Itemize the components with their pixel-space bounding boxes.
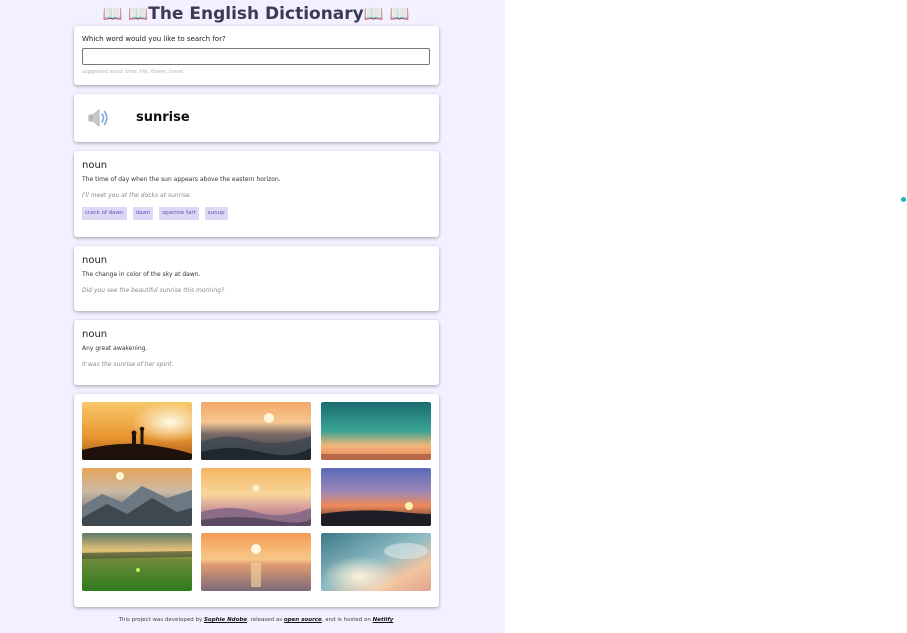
sunrise-photo[interactable] (201, 402, 311, 460)
synonym-tag[interactable]: sunup (204, 207, 228, 220)
open-book-icon: 📖 (389, 4, 410, 23)
synonym-tag[interactable]: crack of dawn (82, 207, 127, 220)
open-book-icon: 📖 (363, 4, 384, 23)
page-title-text: The English Dictionary (148, 4, 364, 24)
word-card: sunrise (74, 94, 439, 142)
source-link[interactable]: open source (284, 617, 322, 623)
synonym-tag[interactable]: sparrow fart (159, 207, 199, 220)
meaning-card: noun The change in color of the sky at d… (74, 246, 439, 311)
part-of-speech: noun (82, 160, 108, 171)
open-book-icon: 📖 (102, 4, 123, 23)
synonym-list: crack of dawn dawn sparrow fart sunup (82, 207, 431, 220)
sunrise-photo[interactable] (82, 402, 192, 460)
example: It was the sunrise of her spirit. (82, 361, 174, 368)
host-link[interactable]: Netlify (373, 617, 394, 623)
sunrise-photo[interactable] (321, 402, 431, 460)
search-input[interactable] (82, 48, 430, 65)
footer-text: , released as (247, 617, 284, 623)
part-of-speech: noun (82, 329, 108, 340)
footer-text: , and is hosted on (321, 617, 373, 623)
sunrise-photo[interactable] (321, 468, 431, 526)
sunrise-photo[interactable] (321, 533, 431, 591)
accent-dot (901, 197, 906, 202)
part-of-speech: noun (82, 255, 108, 266)
meaning-card: noun The time of day when the sun appear… (74, 151, 439, 237)
sunrise-photo[interactable] (82, 468, 192, 526)
definition: The change in color of the sky at dawn. (82, 271, 201, 278)
example: I'll meet you at the docks at sunrise. (82, 192, 192, 199)
speaker-icon[interactable] (87, 108, 111, 128)
definition: Any great awakening. (82, 345, 148, 352)
page-title: 📖 📖The English Dictionary📖 📖 (0, 3, 512, 25)
search-hint: suggested word: time, life, flower, trav… (82, 69, 184, 75)
footer: This project was developed by Sophie Ndo… (0, 617, 512, 624)
sunrise-photo[interactable] (201, 468, 311, 526)
synonym-tag[interactable]: dawn (132, 207, 154, 220)
word-heading: sunrise (136, 110, 190, 125)
sunrise-photo[interactable] (201, 533, 311, 591)
sunrise-photo[interactable] (82, 533, 192, 591)
image-gallery (74, 394, 439, 607)
definition: The time of day when the sun appears abo… (82, 176, 281, 183)
footer-text: This project was developed by (118, 617, 204, 623)
open-book-icon: 📖 (128, 4, 149, 23)
meaning-card: noun Any great awakening. It was the sun… (74, 320, 439, 385)
search-card: Which word would you like to search for?… (74, 26, 439, 85)
author-link[interactable]: Sophie Ndobe (204, 617, 247, 623)
example: Did you see the beautiful sunrise this m… (82, 287, 225, 294)
search-question: Which word would you like to search for? (82, 35, 226, 43)
